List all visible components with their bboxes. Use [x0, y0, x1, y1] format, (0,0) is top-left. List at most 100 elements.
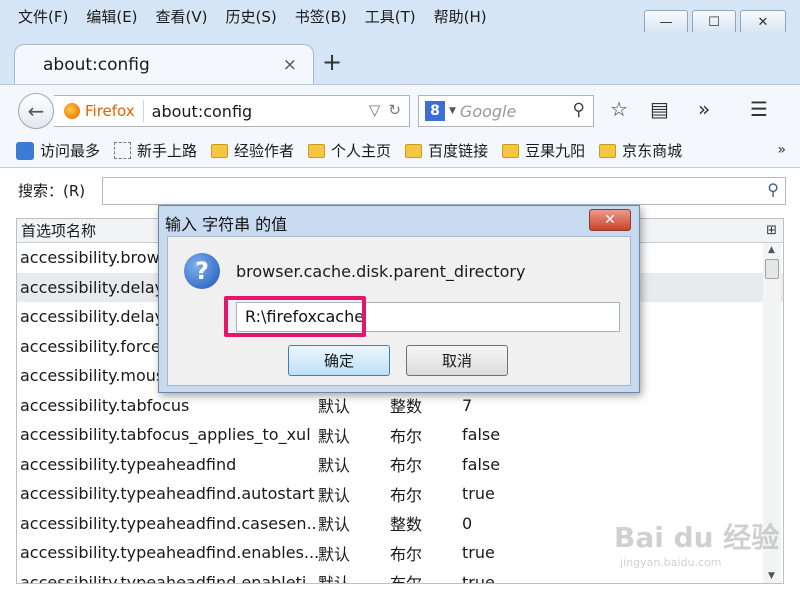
cell-value: true [462, 484, 495, 504]
column-header-name[interactable]: 首选项名称 [21, 220, 96, 241]
bookmarks-menu-icon[interactable]: ▤ [650, 97, 669, 121]
bookmark-label: 经验作者 [234, 142, 295, 160]
cell-value: false [462, 454, 501, 474]
bookmark-folder-douguo[interactable]: 豆果九阳 [502, 140, 585, 161]
cell-type: 整数 [390, 515, 423, 535]
bookmark-folder-homepage[interactable]: 个人主页 [308, 140, 391, 161]
cell-name: accessibility.typeaheadfind.casesen... [20, 513, 318, 533]
overflow-chevron-icon[interactable]: » [698, 97, 710, 121]
bookmark-most-visited[interactable]: 访问最多 [16, 140, 100, 161]
minimize-button[interactable]: — [644, 10, 688, 34]
tab-about-config[interactable]: about:config × [14, 44, 314, 84]
table-row[interactable]: accessibility.tabfocus 默认 整数 7 [17, 391, 783, 421]
back-button[interactable]: ← [18, 93, 54, 129]
cell-type: 布尔 [390, 456, 423, 476]
cell-type: 布尔 [390, 574, 423, 584]
folder-icon [502, 143, 520, 158]
dialog-body: ? browser.cache.disk.parent_directory R:… [167, 236, 631, 386]
dialog-title: 输入 字符串 的值 [165, 215, 288, 234]
cell-status: 默认 [318, 515, 351, 535]
column-picker-icon[interactable]: ⊞ [766, 223, 777, 238]
dropdown-arrow-icon[interactable]: ▽ [369, 101, 381, 119]
bookmark-label: 新手上路 [137, 142, 198, 160]
cell-status: 默认 [318, 456, 351, 476]
bookmarks-overflow-icon[interactable]: » [777, 142, 786, 158]
cancel-button[interactable]: 取消 [406, 345, 508, 376]
bookmarks-toolbar: 访问最多 新手上路 经验作者 个人主页 百度链接 豆果九阳 京东商城 » [0, 134, 800, 168]
table-row[interactable]: accessibility.tabfocus_applies_to_xul 默认 布… [17, 420, 783, 450]
bookmark-star-icon[interactable]: ☆ [610, 97, 628, 121]
tab-title: about:config [43, 54, 150, 75]
baidu-watermark: Bai du 经验 jingyan.baidu.com [614, 516, 784, 582]
watermark-logo: Bai du 经验 [614, 521, 780, 554]
search-icon: ⚲ [767, 180, 779, 199]
most-visited-icon [16, 141, 34, 160]
cell-name: accessibility.typeaheadfind.autostart [20, 484, 315, 504]
identity-label: Firefox [85, 102, 135, 120]
bookmark-label: 访问最多 [40, 142, 101, 160]
cell-status: 默认 [318, 574, 351, 584]
table-row[interactable]: accessibility.typeaheadfind 默认 布尔 false [17, 450, 783, 480]
watermark-url: jingyan.baidu.com [620, 556, 722, 569]
cell-type: 布尔 [390, 485, 423, 505]
menu-view[interactable]: 查看(V) [156, 6, 208, 27]
maximize-button[interactable]: ☐ [692, 10, 736, 34]
menu-edit[interactable]: 编辑(E) [86, 6, 137, 27]
folder-icon [599, 143, 617, 158]
ok-button[interactable]: 确定 [288, 345, 390, 376]
bookmark-folder-jd[interactable]: 京东商城 [599, 140, 682, 161]
scroll-up-icon[interactable]: ▲ [768, 245, 775, 255]
url-bar-icons: ▽ ↻ [369, 101, 401, 119]
tab-strip: about:config × + [0, 32, 800, 84]
bookmark-label: 豆果九阳 [525, 142, 586, 160]
cell-type: 布尔 [390, 426, 423, 446]
menu-bookmarks[interactable]: 书签(B) [295, 6, 347, 27]
folder-icon [211, 143, 229, 158]
highlight-box [224, 296, 366, 337]
tab-close-icon[interactable]: × [283, 55, 297, 75]
url-text[interactable]: about:config [144, 102, 253, 121]
close-window-button[interactable]: ✕ [740, 10, 786, 34]
search-bar[interactable]: 8 ▼ Google ⚲ [418, 95, 594, 127]
search-engine-icon[interactable]: 8 [425, 101, 445, 121]
menu-help[interactable]: 帮助(H) [434, 6, 487, 27]
dialog-close-button[interactable]: ✕ [589, 209, 631, 231]
cell-status: 默认 [318, 544, 351, 564]
cell-name: accessibility.typeaheadfind [20, 454, 237, 474]
identity-box[interactable]: Firefox [54, 100, 144, 122]
search-label: 搜索：(R) [18, 182, 86, 200]
cell-name: accessibility.typeaheadfind.enableti [20, 572, 307, 584]
question-icon: ? [184, 253, 220, 289]
new-tab-button[interactable]: + [322, 48, 342, 76]
menu-file[interactable]: 文件(F) [18, 6, 68, 27]
cell-type: 整数 [390, 397, 423, 417]
bookmark-label: 百度链接 [428, 142, 489, 160]
input-dialog: 输入 字符串 的值 ✕ ? browser.cache.disk.parent_… [158, 205, 640, 393]
bookmark-folder-authors[interactable]: 经验作者 [211, 140, 294, 161]
search-input[interactable]: Google [460, 102, 516, 121]
page-icon [114, 142, 132, 159]
cell-status: 默认 [318, 397, 351, 417]
cell-type: 布尔 [390, 544, 423, 564]
menu-tools[interactable]: 工具(T) [365, 6, 416, 27]
firefox-icon [64, 103, 80, 119]
cell-value: 7 [462, 395, 473, 415]
search-engine-dropdown-icon[interactable]: ▼ [449, 106, 456, 116]
url-bar[interactable]: Firefox about:config ▽ ↻ [54, 95, 410, 127]
reload-icon[interactable]: ↻ [388, 101, 401, 119]
cell-status: 默认 [318, 426, 351, 446]
menu-history[interactable]: 历史(S) [226, 6, 277, 27]
folder-icon [405, 143, 423, 158]
cell-name: accessibility.tabfocus_applies_to_xul [20, 425, 311, 445]
folder-icon [308, 143, 326, 158]
bookmark-getting-started[interactable]: 新手上路 [114, 140, 197, 161]
table-row[interactable]: accessibility.typeaheadfind.autostart 默认 布… [17, 479, 783, 509]
search-icon[interactable]: ⚲ [573, 100, 585, 120]
bookmark-label: 个人主页 [331, 142, 392, 160]
window-controls: — ☐ ✕ [644, 10, 786, 34]
bookmark-folder-baidu[interactable]: 百度链接 [405, 140, 488, 161]
scroll-thumb[interactable] [765, 259, 779, 279]
bookmark-label: 京东商城 [622, 142, 683, 160]
config-search-input[interactable]: ⚲ [102, 177, 786, 205]
hamburger-menu-icon[interactable]: ☰ [750, 97, 768, 121]
